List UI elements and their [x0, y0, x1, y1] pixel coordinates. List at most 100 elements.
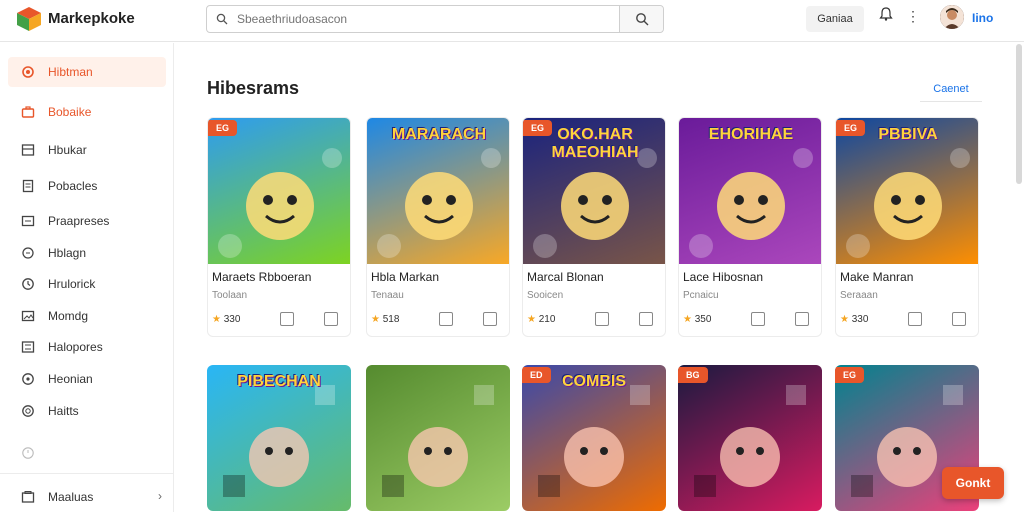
star-icon: ★: [840, 314, 849, 325]
star-icon: ★: [212, 314, 221, 325]
cart-icon[interactable]: [795, 312, 809, 326]
help-icon: [20, 403, 36, 419]
game-card[interactable]: [366, 365, 510, 511]
sidebar-item-label: Hrulorick: [48, 277, 96, 291]
game-card[interactable]: EG Maraets Rbboeran Toolaan ★ 330: [207, 117, 351, 337]
cart-icon[interactable]: [639, 312, 653, 326]
game-subtitle: Tenaau: [371, 290, 404, 301]
top-bar: Markepkoke Ganiaa ono ⋮ Iino: [0, 0, 1024, 182]
game-rating: ★ 330: [840, 314, 868, 325]
sidebar-item-momdg[interactable]: Momdg: [8, 301, 166, 331]
sidebar-item-label: Heonian: [48, 372, 93, 386]
game-thumbnail[interactable]: EG PBBIVA: [836, 118, 978, 264]
sidebar-item-praapreses[interactable]: Praapreses: [8, 206, 166, 236]
target-icon: [20, 371, 36, 387]
gear-icon: [20, 64, 36, 80]
image-icon: [20, 308, 36, 324]
game-subtitle: Sooicen: [527, 290, 564, 301]
game-card[interactable]: EHORIHAE Lace Hibosnan Pcnaicu ★ 350: [678, 117, 822, 337]
game-rating-value: 350: [694, 314, 712, 325]
sidebar-item-home[interactable]: Hibtman: [8, 57, 166, 87]
cart-icon[interactable]: [324, 312, 338, 326]
chat-button[interactable]: Gonkt: [942, 467, 1004, 499]
game-rating-value: 210: [538, 314, 556, 325]
wishlist-icon[interactable]: [908, 312, 922, 326]
scrollbar[interactable]: [1016, 44, 1022, 184]
search-input[interactable]: [237, 12, 619, 26]
game-title[interactable]: Maraets Rbboeran: [212, 270, 311, 284]
avatar[interactable]: [940, 5, 964, 29]
game-rating: ★ 350: [683, 314, 711, 325]
sidebar-item-label: Praapreses: [48, 214, 110, 228]
game-title[interactable]: Make Manran: [840, 270, 913, 284]
game-rating: ★ 210: [527, 314, 555, 325]
game-badge: BG: [678, 367, 708, 383]
sliders-icon: [20, 339, 36, 355]
sidebar-item-heonian[interactable]: Heonian: [8, 364, 166, 394]
star-icon: ★: [683, 314, 692, 325]
username[interactable]: Iino: [972, 11, 993, 25]
sidebar-item-label: Hibtman: [48, 65, 93, 79]
game-card[interactable]: PIBECHAN: [207, 365, 351, 511]
game-badge: EG: [208, 120, 238, 136]
game-thumbnail[interactable]: EHORIHAE: [679, 118, 821, 264]
library-icon: [20, 489, 36, 505]
game-title[interactable]: Lace Hibosnan: [683, 270, 763, 284]
sidebar-item-bobaike[interactable]: Bobaike: [8, 97, 166, 127]
app-name[interactable]: Markepkoke: [48, 10, 135, 27]
sidebar-item-label: Hbukar: [48, 143, 87, 157]
search-icon: [207, 6, 237, 32]
game-card[interactable]: EG PBBIVA Make Manran Seraaan ★ 330: [835, 117, 979, 337]
bell-icon: [879, 7, 893, 21]
more-options-icon[interactable]: ⋮: [906, 8, 920, 28]
game-thumbnail-title: PIBECHAN: [237, 373, 321, 390]
game-thumbnail-title: OKO.HAR MAEOHIAH: [551, 126, 639, 161]
sidebar-item-hbukar[interactable]: Hbukar: [8, 135, 166, 165]
game-card[interactable]: EG OKO.HAR MAEOHIAH Marcal Blonan Sooice…: [522, 117, 666, 337]
sidebar-item-label: Momdg: [48, 309, 89, 323]
sidebar-item-label: Pobacles: [48, 179, 98, 193]
sidebar-item-halopores[interactable]: Halopores: [8, 332, 166, 362]
chat-icon: [20, 245, 36, 261]
game-rating-value: 330: [223, 314, 241, 325]
sidebar-divider: [0, 473, 174, 474]
sidebar-item-hrulorick[interactable]: Hrulorick: [8, 269, 166, 299]
game-subtitle: Toolaan: [212, 290, 248, 301]
game-card[interactable]: BG: [678, 365, 822, 511]
star-icon: ★: [371, 314, 380, 325]
game-card[interactable]: MARARACH Hbla Markan Tenaau ★ 518: [366, 117, 510, 337]
logo-icon[interactable]: [16, 6, 42, 32]
sidebar-item-pobacles[interactable]: Pobacles: [8, 171, 166, 201]
see-all-link[interactable]: Caenet: [920, 76, 982, 102]
wishlist-icon[interactable]: [280, 312, 294, 326]
grid-icon: [20, 142, 36, 158]
section-title: Hibesrams: [207, 78, 300, 98]
sidebar-item-extra[interactable]: [8, 438, 166, 468]
game-thumbnail[interactable]: EG: [208, 118, 350, 264]
search-button[interactable]: [619, 6, 663, 32]
sidebar-footer[interactable]: Maaluas ›: [8, 483, 166, 511]
games-button[interactable]: Ganiaa: [806, 6, 864, 32]
cart-icon[interactable]: [952, 312, 966, 326]
game-title[interactable]: Marcal Blonan: [527, 270, 604, 284]
notifications-button[interactable]: ono: [876, 6, 896, 182]
game-thumbnail[interactable]: MARARACH: [367, 118, 509, 264]
cart-icon[interactable]: [483, 312, 497, 326]
sidebar-item-label: Hblagn: [48, 246, 87, 260]
sidebar-item-hblagn[interactable]: Hblagn: [8, 238, 166, 268]
list-icon: [20, 213, 36, 229]
game-thumbnail-title: COMBIS: [562, 373, 626, 390]
wishlist-icon[interactable]: [751, 312, 765, 326]
game-thumbnail[interactable]: EG OKO.HAR MAEOHIAH: [523, 118, 665, 264]
star-icon: ★: [527, 314, 536, 325]
sidebar-item-haitts[interactable]: Haitts: [8, 396, 166, 426]
wishlist-icon[interactable]: [439, 312, 453, 326]
sidebar-item-label: Haitts: [48, 404, 79, 418]
game-card[interactable]: ED COMBIS: [522, 365, 666, 511]
game-title[interactable]: Hbla Markan: [371, 270, 439, 284]
clock-icon: [20, 276, 36, 292]
game-thumbnail-title: EHORIHAE: [708, 126, 794, 143]
wishlist-icon[interactable]: [595, 312, 609, 326]
chevron-right-icon[interactable]: ›: [158, 489, 162, 503]
sidebar-item-label: Bobaike: [48, 105, 92, 119]
